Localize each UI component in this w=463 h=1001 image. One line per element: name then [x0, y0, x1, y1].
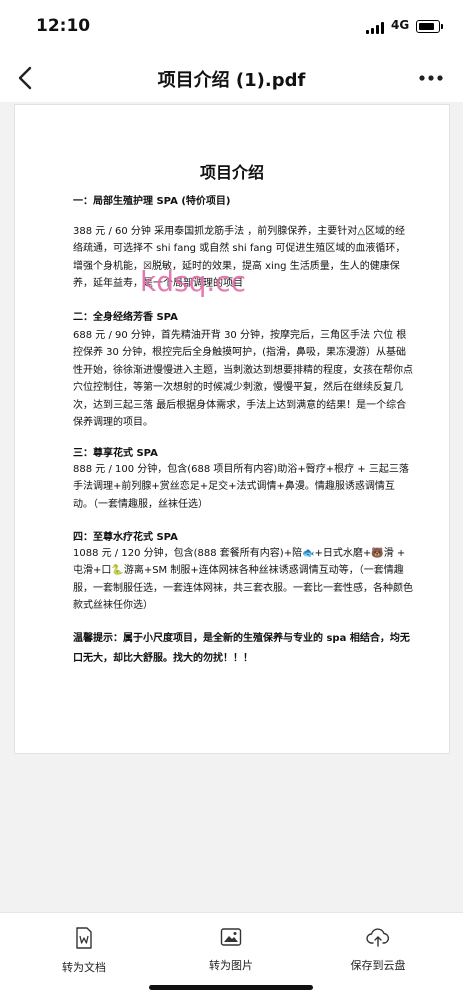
- section-body-3: 888 元 / 100 分钟，包含(688 项目所有内容)助浴+臀疗+根疗 + …: [73, 464, 409, 510]
- section-body-4: 1088 元 / 120 分钟，包含(888 套餐所有内容)+陪🐟+日式水磨+🐻…: [73, 548, 413, 612]
- page-title: 项目介绍 (1).pdf: [157, 70, 306, 91]
- nav-bar: 项目介绍 (1).pdf: [0, 54, 463, 102]
- section-heading-3: 三：尊享花式 SPA: [73, 448, 158, 459]
- convert-to-image-button[interactable]: 转为图片: [171, 927, 291, 973]
- action-label: 转为文档: [62, 961, 106, 974]
- document-title: 项目介绍: [199, 163, 264, 182]
- back-button[interactable]: [10, 62, 42, 94]
- battery-icon: [416, 20, 440, 33]
- action-label: 转为图片: [209, 959, 253, 972]
- battery-tip: [441, 24, 443, 29]
- home-indicator: [149, 985, 313, 990]
- more-button[interactable]: [414, 62, 448, 94]
- status-bar: 12:10 4G: [0, 0, 463, 54]
- image-icon: [220, 928, 242, 946]
- status-time: 12:10: [36, 16, 91, 36]
- pdf-page[interactable]: 项目介绍 一：局部生殖护理 SPA (特价项目) 388 元 / 60 分钟 采…: [14, 104, 450, 754]
- chevron-left-icon: [18, 66, 32, 90]
- section-heading-1: 一：局部生殖护理 SPA (特价项目): [73, 196, 231, 207]
- warm-tip: 温馨提示：属于小尺度项目，是全新的生殖保养与专业的 spa 相结合，均无口无大，…: [73, 633, 410, 664]
- watermark: kdsq.cc: [140, 265, 247, 298]
- cloud-upload-icon: [366, 928, 390, 947]
- network-label: 4G: [391, 18, 410, 32]
- section-heading-2: 二：全身经络芳香 SPA: [73, 312, 178, 323]
- convert-to-doc-button[interactable]: 转为文档: [24, 927, 144, 975]
- section-body-2: 688 元 / 90 分钟，首先精油开背 30 分钟，按摩完后，三角区手法 穴位…: [73, 330, 413, 429]
- action-label: 保存到云盘: [350, 959, 406, 972]
- word-doc-icon: [76, 927, 92, 949]
- signal-icon: [366, 22, 386, 34]
- ellipsis-icon: [419, 75, 443, 81]
- save-to-cloud-button[interactable]: 保存到云盘: [318, 927, 438, 973]
- section-heading-4: 四：至尊水疗花式 SPA: [73, 532, 178, 543]
